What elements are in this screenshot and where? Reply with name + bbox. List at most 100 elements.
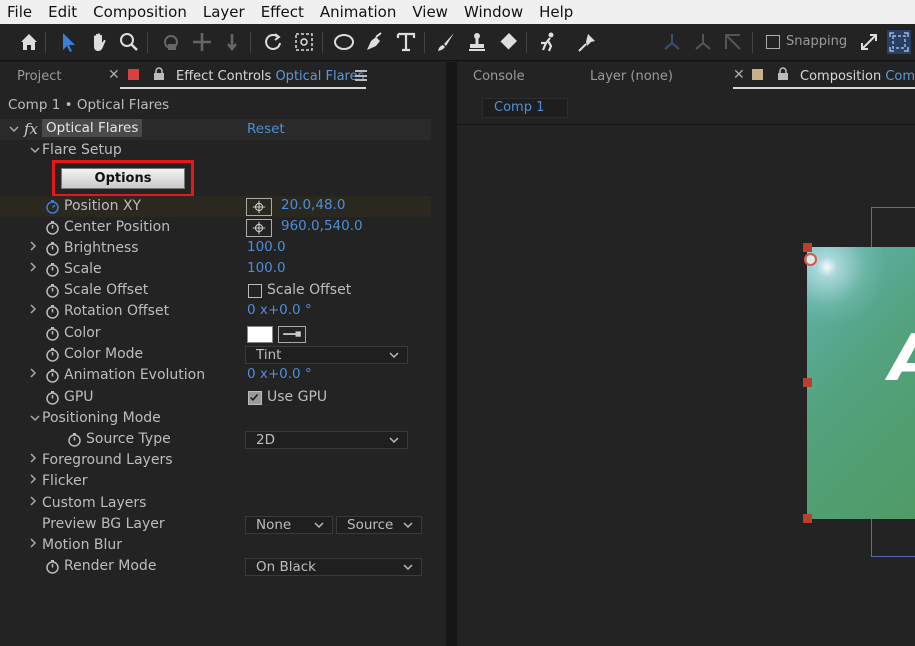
layer-handle-top-left[interactable] [803, 243, 812, 252]
axis-view-icon[interactable] [721, 30, 745, 54]
chevron-right-icon[interactable] [28, 241, 38, 251]
menu-file[interactable]: File [0, 0, 40, 24]
dolly-camera-icon[interactable] [220, 30, 244, 54]
puppet-pin-icon[interactable] [575, 30, 599, 54]
close-icon[interactable]: ✕ [108, 67, 120, 83]
menu-window[interactable]: Window [456, 0, 531, 24]
eyedropper-icon[interactable] [278, 326, 306, 343]
layer-handle-left-middle[interactable] [803, 378, 812, 387]
comp-subtab[interactable]: Comp 1 [482, 98, 568, 118]
stopwatch-icon[interactable] [45, 347, 60, 362]
pan-camera-icon[interactable] [190, 30, 214, 54]
effect-name[interactable]: Optical Flares [42, 119, 143, 137]
axis-world-icon[interactable] [691, 30, 715, 54]
stopwatch-icon[interactable] [45, 241, 60, 256]
ellipse-tool-icon[interactable] [332, 30, 356, 54]
close-icon[interactable]: ✕ [733, 67, 745, 83]
tab-project[interactable]: Project [17, 69, 61, 84]
stopwatch-icon[interactable] [45, 220, 60, 235]
snapping-checkbox[interactable] [766, 34, 780, 49]
type-tool-icon[interactable] [394, 30, 418, 54]
stopwatch-icon[interactable] [45, 390, 60, 405]
panel-menu-icon[interactable] [355, 70, 367, 81]
layer-handle-bottom-left[interactable] [803, 514, 812, 523]
stopwatch-icon[interactable] [45, 283, 60, 298]
expand-arrows-icon[interactable] [857, 30, 881, 54]
crosshair-icon[interactable] [246, 219, 272, 237]
menu-animation[interactable]: Animation [312, 0, 404, 24]
use-gpu-checkbox[interactable] [248, 391, 262, 405]
snap-grid-icon[interactable] [887, 30, 911, 54]
chevron-right-icon[interactable] [28, 262, 38, 272]
brush-tool-icon[interactable] [434, 30, 458, 54]
zoom-tool-icon[interactable] [117, 30, 141, 54]
stopwatch-icon[interactable] [45, 304, 60, 319]
rotation-offset-value[interactable]: 0 x+0.0 ° [247, 302, 312, 318]
tab-effect-controls[interactable]: Effect Controls Optical Flares [176, 69, 364, 84]
source-type-dropdown[interactable]: 2D [245, 431, 408, 449]
stopwatch-icon[interactable] [45, 326, 60, 341]
preview-bg-source-dropdown[interactable]: Source [336, 516, 422, 534]
source-type-label: Source Type [86, 431, 171, 447]
snapping-toggle[interactable]: Snapping [766, 34, 847, 49]
rotation-tool-icon[interactable] [261, 30, 285, 54]
options-button[interactable]: Options [61, 168, 185, 189]
fx-toggle-icon[interactable]: fx [24, 120, 38, 138]
pan-behind-tool-icon[interactable] [292, 30, 316, 54]
tab-layer[interactable]: Layer (none) [590, 69, 673, 84]
chevron-right-icon[interactable] [28, 496, 38, 506]
color-swatch[interactable] [247, 326, 273, 343]
orbit-camera-icon[interactable] [159, 30, 183, 54]
stopwatch-icon[interactable] [45, 559, 60, 574]
clone-stamp-icon[interactable] [465, 30, 489, 54]
panel-divider[interactable] [446, 62, 457, 646]
stopwatch-icon[interactable] [67, 432, 82, 447]
chevron-right-icon[interactable] [28, 538, 38, 548]
menu-bar: File Edit Composition Layer Effect Anima… [0, 0, 915, 24]
position-xy-value[interactable]: 20.0,48.0 [281, 197, 345, 213]
pen-tool-icon[interactable] [363, 30, 387, 54]
scale-offset-checkbox[interactable] [248, 284, 262, 298]
stopwatch-icon[interactable] [45, 199, 60, 214]
position-xy-label: Position XY [64, 198, 142, 214]
stopwatch-icon[interactable] [45, 368, 60, 383]
chevron-right-icon[interactable] [28, 453, 38, 463]
menu-view[interactable]: View [404, 0, 456, 24]
tab-composition[interactable]: Composition Comp [800, 69, 915, 84]
chevron-down-icon [403, 564, 413, 571]
menu-composition[interactable]: Composition [85, 0, 195, 24]
eraser-tool-icon[interactable] [496, 30, 520, 54]
chevron-right-icon[interactable] [28, 304, 38, 314]
animation-evolution-value[interactable]: 0 x+0.0 ° [247, 366, 312, 382]
menu-effect[interactable]: Effect [253, 0, 312, 24]
brightness-value[interactable]: 100.0 [247, 239, 286, 255]
selection-tool-icon[interactable] [56, 30, 80, 54]
tab-console[interactable]: Console [473, 69, 525, 84]
stopwatch-icon[interactable] [45, 262, 60, 277]
scale-value[interactable]: 100.0 [247, 260, 286, 276]
reset-link[interactable]: Reset [247, 121, 285, 137]
hand-tool-icon[interactable] [87, 30, 111, 54]
roto-brush-icon[interactable] [536, 30, 560, 54]
center-position-value[interactable]: 960.0,540.0 [281, 218, 363, 234]
crosshair-icon[interactable] [246, 198, 272, 216]
lock-icon[interactable] [777, 67, 789, 81]
menu-edit[interactable]: Edit [40, 0, 85, 24]
menu-help[interactable]: Help [531, 0, 581, 24]
chevron-down-icon[interactable] [30, 413, 40, 423]
color-mode-dropdown[interactable]: Tint [245, 346, 408, 364]
preview-bg-layer-dropdown[interactable]: None [245, 516, 333, 534]
chevron-right-icon[interactable] [28, 474, 38, 484]
render-mode-label: Render Mode [64, 558, 157, 574]
flare-position-handle[interactable] [804, 253, 817, 266]
lock-icon[interactable] [153, 67, 165, 81]
chevron-down-icon[interactable] [9, 124, 19, 134]
composition-viewer[interactable]: A [457, 124, 915, 642]
render-mode-dropdown[interactable]: On Black [245, 558, 422, 576]
axis-local-icon[interactable] [660, 30, 684, 54]
home-icon[interactable] [17, 30, 41, 54]
chevron-right-icon[interactable] [28, 368, 38, 378]
left-tabbar: Project ✕ Effect Controls Optical Flares [0, 62, 446, 94]
menu-layer[interactable]: Layer [195, 0, 253, 24]
chevron-down-icon[interactable] [30, 145, 40, 155]
